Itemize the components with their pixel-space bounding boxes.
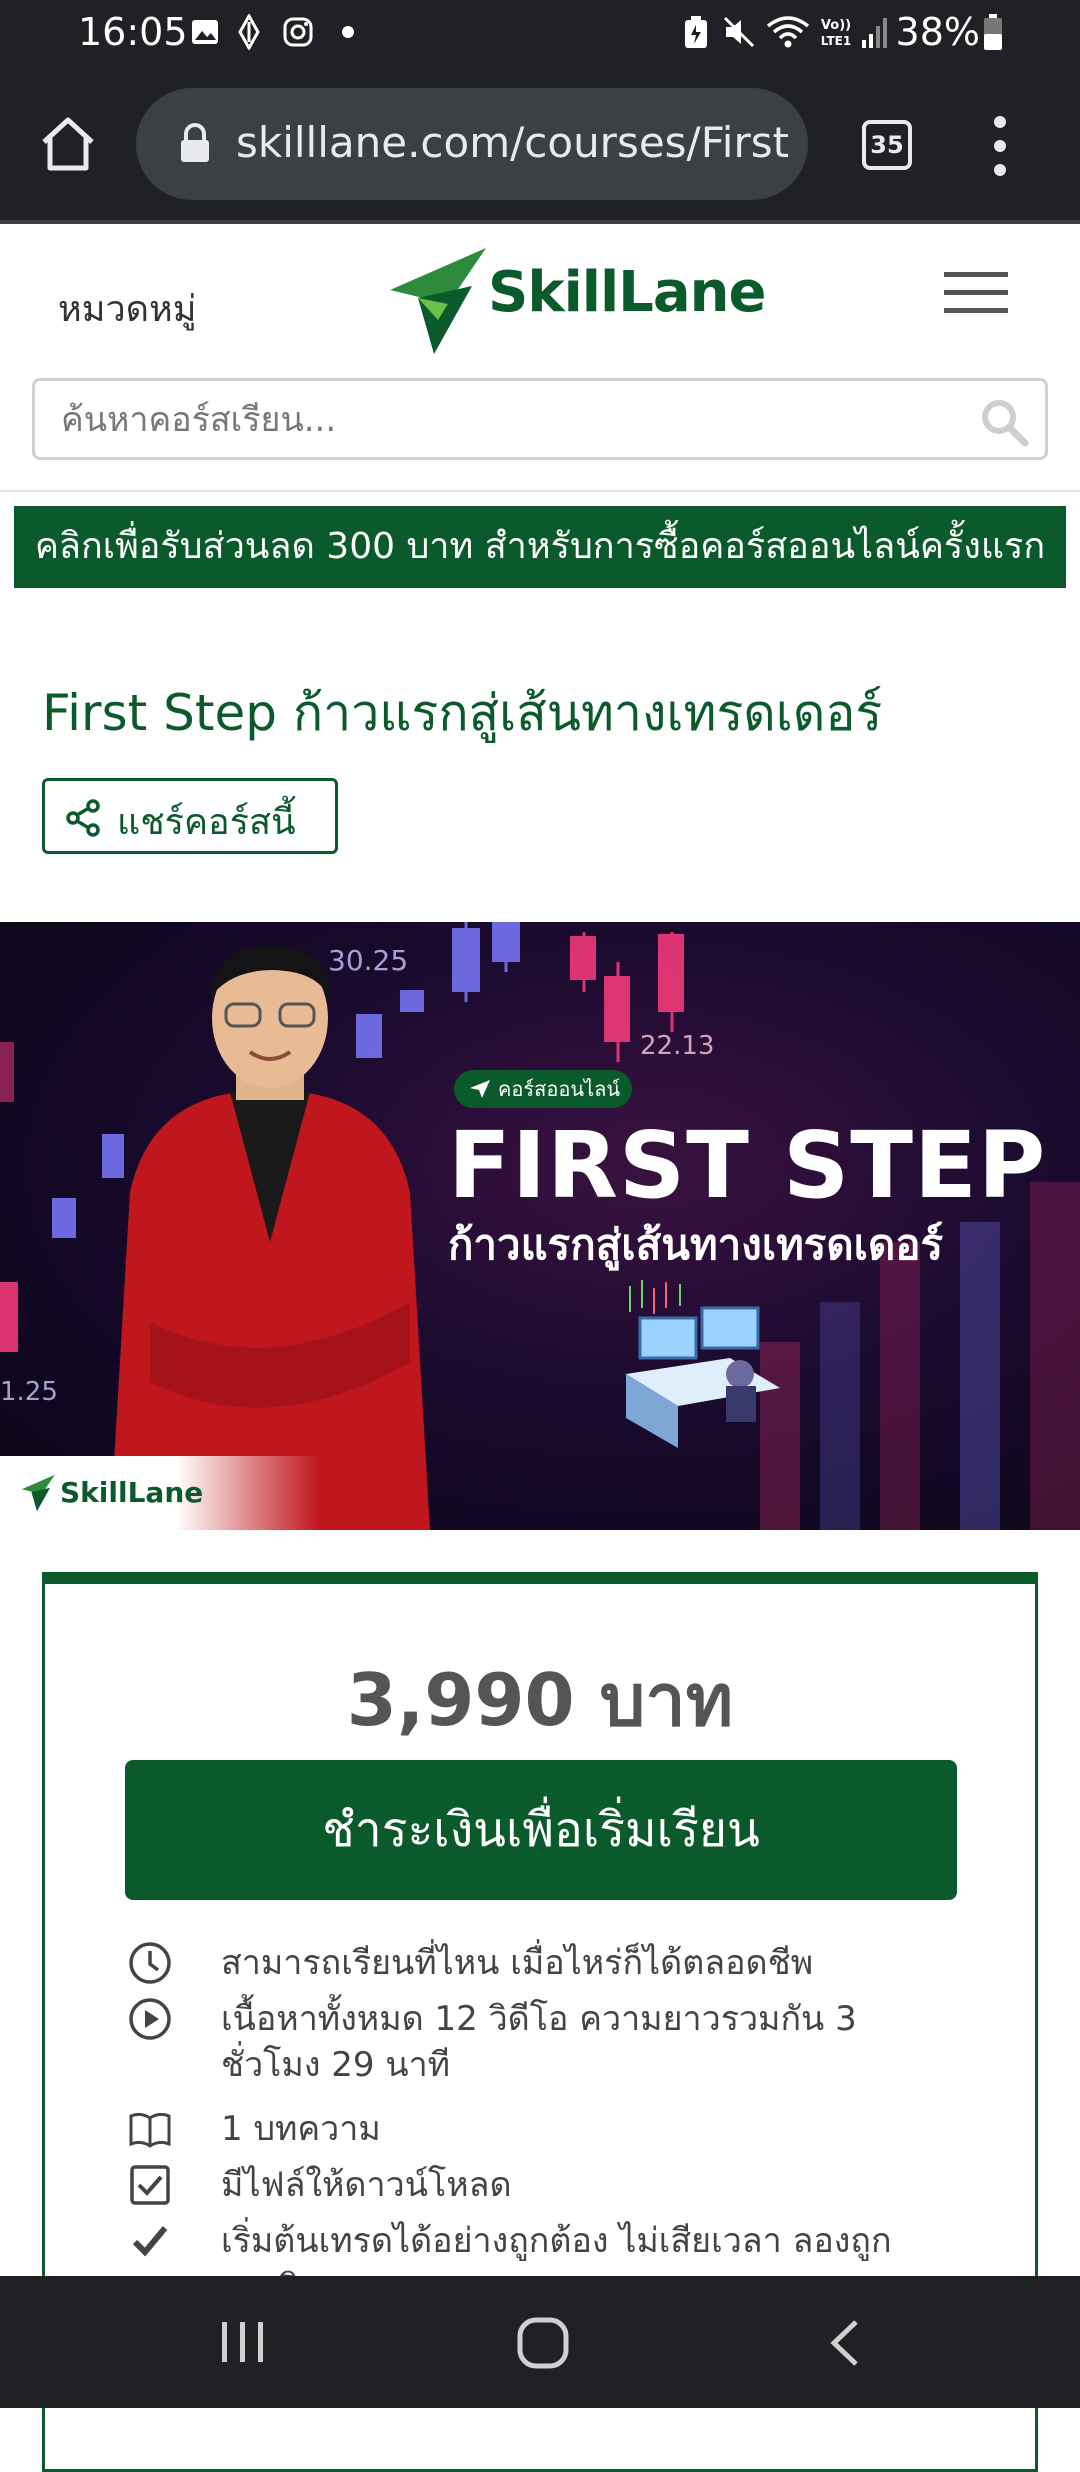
instructor-photo <box>110 945 430 1530</box>
feature-text: สามารถเรียนที่ไหน เมื่อไหร่ก็ได้ตลอดชีพ <box>221 1943 814 1983</box>
battery-icon <box>984 14 1002 50</box>
back-icon[interactable] <box>826 2318 862 2368</box>
share-icon <box>66 799 100 837</box>
skilllane-logo-icon[interactable] <box>388 246 492 356</box>
feature-text: 1 บทความ <box>221 2109 381 2149</box>
hero-title: FIRST STEP <box>448 1112 1047 1219</box>
lock-icon <box>181 123 209 162</box>
trader-desk-illustration <box>626 1280 780 1448</box>
battery-percent: 38% <box>895 10 980 54</box>
skilllane-small-logo-icon <box>21 1474 55 1512</box>
home-icon[interactable] <box>38 114 98 174</box>
hero-brand-strip: SkillLane <box>0 1456 320 1530</box>
online-course-badge: คอร์สออนไลน์ <box>454 1070 632 1108</box>
search-input[interactable] <box>61 395 961 445</box>
course-cover-image: 30.25 22.13 1.25 คอร์สออนไลน์ FIRST STEP… <box>0 922 1080 1530</box>
address-bar[interactable]: skilllane.com/courses/First <box>136 88 808 200</box>
tab-count: 35 <box>870 131 904 159</box>
hamburger-menu-icon[interactable] <box>944 270 1008 314</box>
feature-text: เนื้อหาทั้งหมด 12 วิดีโอ ความยาวรวมกัน 3… <box>221 1999 857 2085</box>
site-header: หมวดหมู่ SkillLane <box>0 228 1080 492</box>
categories-link[interactable]: หมวดหมู่ <box>58 280 197 337</box>
share-label: แชร์คอร์สนี้ <box>117 802 296 843</box>
battery-saver-icon <box>685 16 707 48</box>
checkmark-icon <box>132 2226 168 2257</box>
browser-toolbar: skilllane.com/courses/First 35 <box>0 68 1080 224</box>
volte-icon: Vo)) LTE1 <box>821 18 851 48</box>
play-circle-icon <box>129 1998 171 2040</box>
badge-label: คอร์สออนไลน์ <box>498 1077 621 1101</box>
tab-switcher-button[interactable]: 35 <box>862 120 912 170</box>
search-box[interactable] <box>32 378 1048 460</box>
chart-price-label: 22.13 <box>640 1031 714 1061</box>
more-notifications-dot-icon <box>342 26 354 38</box>
url-text: skilllane.com/courses/First <box>236 118 790 167</box>
status-time: 16:05 <box>78 10 188 54</box>
book-icon <box>129 2112 171 2148</box>
paper-plane-icon <box>470 1080 490 1098</box>
gallery-notification-icon <box>192 20 218 44</box>
promo-text: คลิกเพื่อรับส่วนลด 300 บาท สำหรับการซื้อ… <box>34 526 1046 567</box>
wifi-icon <box>766 16 810 48</box>
system-navigation-bar <box>0 2276 1080 2408</box>
discount-promo-banner[interactable]: คลิกเพื่อรับส่วนลด 300 บาท สำหรับการซื้อ… <box>14 506 1066 588</box>
clock-icon <box>129 1942 171 1984</box>
chart-price-label: 1.25 <box>0 1377 58 1407</box>
hero-brand-text: SkillLane <box>60 1476 204 1509</box>
pay-to-start-button[interactable]: ชำระเงินเพื่อเริ่มเรียน <box>125 1760 957 1900</box>
svg-text:Vo)): Vo)) <box>821 18 851 33</box>
recent-apps-icon[interactable] <box>218 2318 268 2366</box>
instagram-notification-icon <box>283 17 313 47</box>
signal-icon <box>862 18 887 48</box>
share-course-button[interactable]: แชร์คอร์สนี้ <box>42 778 338 854</box>
search-icon[interactable] <box>979 397 1029 447</box>
feature-text: มีไฟล์ให้ดาวน์โหลด <box>221 2165 512 2205</box>
location-notification-icon <box>238 14 260 50</box>
course-price: 3,990 บาท <box>346 1658 734 1742</box>
status-bar: 16:05 Vo)) LTE1 38% <box>0 0 1080 68</box>
course-title: First Step ก้าวแรกสู่เส้นทางเทรดเดอร์ <box>42 684 883 742</box>
checkbox-icon <box>130 2165 170 2205</box>
skilllane-logo-text[interactable]: SkillLane <box>488 260 766 325</box>
overflow-menu-icon[interactable] <box>990 112 1010 180</box>
mute-icon <box>723 16 755 48</box>
hero-subtitle: ก้าวแรกสู่เส้นทางเทรดเดอร์ <box>448 1220 944 1269</box>
svg-text:LTE1: LTE1 <box>821 34 851 48</box>
home-nav-icon[interactable] <box>516 2316 570 2370</box>
